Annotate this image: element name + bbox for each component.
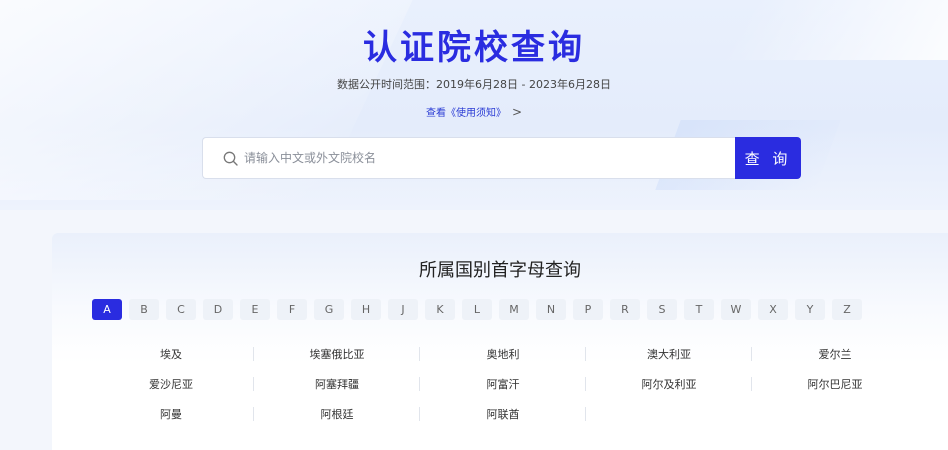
letter-filter-x[interactable]: X (758, 299, 788, 320)
letter-filter-a[interactable]: A (92, 299, 122, 320)
letter-filter-b[interactable]: B (129, 299, 159, 320)
country-item[interactable]: 阿尔及利亚 (586, 376, 752, 392)
country-row: 阿曼 阿根廷 阿联酋 (88, 399, 918, 429)
letter-filter-m[interactable]: M (499, 299, 529, 320)
country-list: 埃及 埃塞俄比亚 奥地利 澳大利亚 爱尔兰 爱沙尼亚 阿塞拜疆 阿富汗 阿尔及利亚 阿尔巴尼亚 阿曼… (88, 339, 918, 429)
letter-filter-h[interactable]: H (351, 299, 381, 320)
country-item[interactable]: 埃塞俄比亚 (254, 346, 420, 362)
letter-filter-l[interactable]: L (462, 299, 492, 320)
country-row: 爱沙尼亚 阿塞拜疆 阿富汗 阿尔及利亚 阿尔巴尼亚 (88, 369, 918, 399)
country-item[interactable]: 澳大利亚 (586, 346, 752, 362)
letter-filter-bar: ABCDEFGHJKLMNPRSTWXYZ (92, 299, 862, 320)
chevron-right-icon: > (511, 105, 523, 119)
country-item[interactable]: 埃及 (88, 346, 254, 362)
letter-filter-s[interactable]: S (647, 299, 677, 320)
page-title: 认证院校查询 (363, 28, 585, 68)
letter-filter-c[interactable]: C (166, 299, 196, 320)
filter-title: 所属国别首字母查询 (419, 260, 581, 281)
country-filter-panel: 所属国别首字母查询 ABCDEFGHJKLMNPRSTWXYZ 埃及 埃塞俄比亚奥… (52, 233, 948, 450)
country-item[interactable]: 阿曼 (88, 406, 254, 422)
school-search-input[interactable] (244, 138, 735, 178)
usage-notice-link[interactable]: 查看《使用须知》 > (0, 104, 948, 119)
country-item[interactable]: 阿联酋 (420, 406, 586, 422)
letter-filter-w[interactable]: W (721, 299, 751, 320)
letter-filter-f[interactable]: F (277, 299, 307, 320)
letter-filter-y[interactable]: Y (795, 299, 825, 320)
letter-filter-t[interactable]: T (684, 299, 714, 320)
search-box (202, 137, 735, 179)
letter-filter-r[interactable]: R (610, 299, 640, 320)
letter-filter-e[interactable]: E (240, 299, 270, 320)
country-item[interactable]: 爱沙尼亚 (88, 376, 254, 392)
country-item[interactable]: 阿根廷 (254, 406, 420, 422)
country-item[interactable]: 爱尔兰 (752, 346, 918, 362)
date-range-text: 数据公开时间范围：2019年6月28日 - 2023年6月28日 (337, 78, 611, 91)
letter-filter-j[interactable]: J (388, 299, 418, 320)
letter-filter-k[interactable]: K (425, 299, 455, 320)
country-item[interactable]: 阿富汗 (420, 376, 586, 392)
country-item[interactable]: 阿塞拜疆 (254, 376, 420, 392)
letter-filter-p[interactable]: P (573, 299, 603, 320)
search-icon (223, 151, 238, 166)
search-button[interactable]: 查 询 (735, 137, 801, 179)
usage-notice-label: 查看《使用须知》 (425, 108, 506, 119)
letter-filter-z[interactable]: Z (832, 299, 862, 320)
country-item[interactable]: 奥地利 (420, 346, 586, 362)
letter-filter-d[interactable]: D (203, 299, 233, 320)
letter-filter-n[interactable]: N (536, 299, 566, 320)
country-row: 埃及 埃塞俄比亚 奥地利 澳大利亚 爱尔兰 (88, 339, 918, 369)
country-item[interactable]: 阿尔巴尼亚 (752, 376, 918, 392)
letter-filter-g[interactable]: G (314, 299, 344, 320)
